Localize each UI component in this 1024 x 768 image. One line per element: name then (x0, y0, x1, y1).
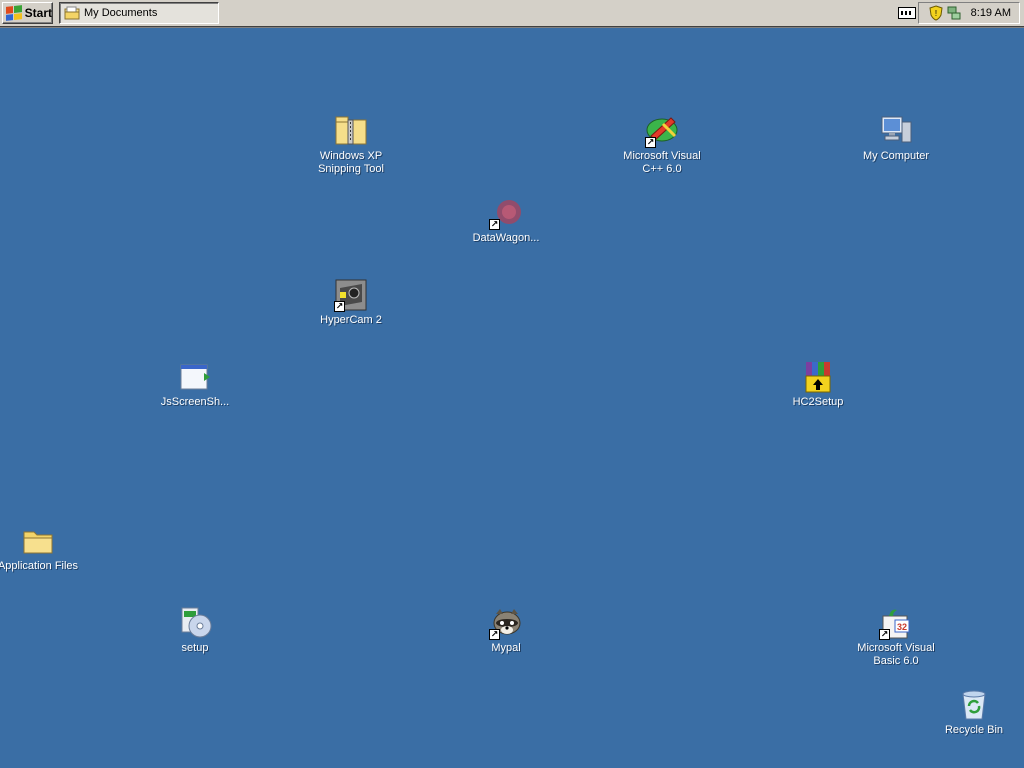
svg-text:32: 32 (897, 622, 907, 632)
taskbar-window-my-documents[interactable]: My Documents (59, 2, 219, 24)
desktop-icon-recycle-bin[interactable]: Recycle Bin (929, 688, 1019, 737)
winrar-setup-icon (801, 360, 835, 394)
folder-icon (21, 524, 55, 558)
raccoon-icon: ↗ (489, 606, 523, 640)
security-shield-icon[interactable]: ! (929, 5, 943, 21)
shortcut-arrow-icon: ↗ (334, 301, 345, 312)
icon-label: DataWagon... (472, 232, 540, 244)
desktop-icon-application-files[interactable]: Application Files (0, 524, 83, 573)
taskbar-window-label: My Documents (84, 7, 158, 19)
shortcut-arrow-icon: ↗ (489, 219, 500, 230)
desktop-icon-setup[interactable]: setup (150, 606, 240, 655)
start-button[interactable]: Start (2, 2, 53, 24)
icon-label: Recycle Bin (944, 724, 1004, 736)
recycle-bin-icon (957, 688, 991, 722)
icon-label: Mypal (491, 642, 521, 654)
desktop-icon-my-computer[interactable]: My Computer (851, 114, 941, 163)
svg-text:!: ! (935, 9, 937, 18)
icon-label: My Computer (862, 150, 930, 162)
application-icon (178, 360, 212, 394)
icon-label: JsScreenSh... (160, 396, 230, 408)
documents-folder-icon (64, 6, 80, 20)
shortcut-arrow-icon: ↗ (489, 629, 500, 640)
desktop-icon-visual-cpp[interactable]: ↗ Microsoft Visual C++ 6.0 (617, 114, 707, 176)
icon-label: Microsoft Visual C++ 6.0 (623, 150, 701, 175)
icon-label: Microsoft Visual Basic 6.0 (857, 642, 935, 667)
setup-cd-icon (178, 606, 212, 640)
network-icon[interactable] (947, 5, 961, 21)
icon-label: Application Files (0, 560, 79, 572)
hypercam-icon: ↗ (334, 278, 368, 312)
icon-label: HC2Setup (792, 396, 844, 408)
computer-icon (879, 114, 913, 148)
keyboard-icon[interactable] (898, 7, 916, 19)
taskbar: Start My Documents ! 8:19 AM (0, 0, 1024, 28)
desktop-icon-mypal[interactable]: ↗ Mypal (461, 606, 551, 655)
desktop-icon-hypercam[interactable]: ↗ HyperCam 2 (306, 278, 396, 327)
desktop-icon-visual-basic[interactable]: 32 ↗ Microsoft Visual Basic 6.0 (851, 606, 941, 668)
zip-folder-icon (334, 114, 368, 148)
shortcut-arrow-icon: ↗ (879, 629, 890, 640)
icon-label: HyperCam 2 (320, 314, 382, 326)
desktop-icon-jsscreenshot[interactable]: JsScreenSh... (150, 360, 240, 409)
windows-logo-icon (6, 5, 22, 21)
icon-label: Windows XP Snipping Tool (318, 150, 384, 175)
desktop-icon-hc2setup[interactable]: HC2Setup (773, 360, 863, 409)
system-tray: ! 8:19 AM (918, 2, 1020, 24)
start-label: Start (24, 6, 52, 20)
desktop-icon-snipping-tool[interactable]: Windows XP Snipping Tool (306, 114, 396, 176)
clock: 8:19 AM (970, 7, 1011, 19)
visual-cpp-icon: ↗ (645, 114, 679, 148)
shortcut-arrow-icon: ↗ (645, 137, 656, 148)
desktop-icon-datawagon[interactable]: ↗ DataWagon... (461, 196, 551, 245)
icon-label: setup (181, 642, 209, 654)
datawagon-icon: ↗ (489, 196, 523, 230)
visual-basic-icon: 32 ↗ (879, 606, 913, 640)
